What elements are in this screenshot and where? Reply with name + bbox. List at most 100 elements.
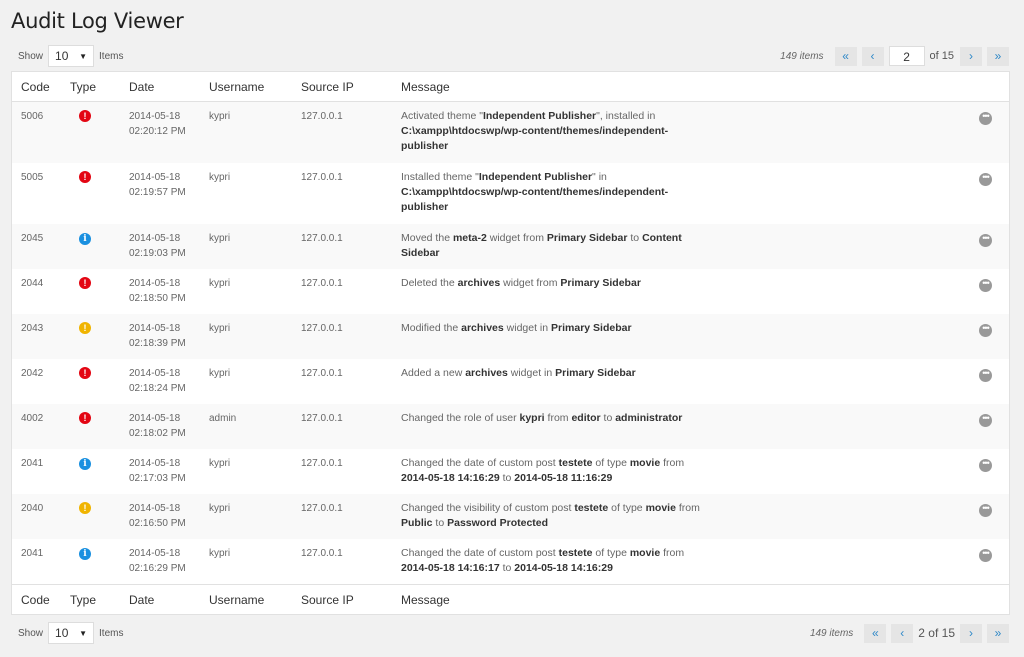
bottom-pagination-bar: Show 10 ▼ Items 149 items « ‹ 2 of 15 › … (11, 621, 1009, 645)
column-footer-message[interactable]: Message (401, 593, 979, 607)
event-source-ip: 127.0.0.1 (301, 278, 343, 289)
event-date-day: 2014-05-18 (129, 172, 181, 183)
table-body: 5006! 2014-05-18 02:20:12 PM kypri 127.0.0.1… (12, 102, 1009, 584)
row-actions: ••• (979, 109, 1009, 163)
event-username: kypri (209, 323, 231, 334)
caret-down-icon: ▼ (79, 52, 88, 61)
event-message: Modified the archives widget in Primary … (401, 322, 632, 334)
prev-page-button[interactable]: ‹ (861, 46, 884, 66)
table-row: 2043! 2014-05-18 02:18:39 PM kypri 127.0.0.1… (12, 314, 1009, 359)
more-options-icon[interactable]: ••• (979, 234, 992, 247)
event-source-ip: 127.0.0.1 (301, 233, 343, 244)
column-footer-code[interactable]: Code (12, 593, 70, 607)
event-message: Installed theme "Independent Publisher" … (401, 171, 669, 213)
table-footer: Code Type Date Username Source IP Messag… (12, 584, 1009, 614)
event-date-day: 2014-05-18 (129, 458, 181, 469)
more-options-icon[interactable]: ••• (979, 414, 992, 427)
event-date-day: 2014-05-18 (129, 111, 181, 122)
event-type: i (70, 546, 129, 584)
row-actions: ••• (979, 276, 1009, 314)
error-icon: ! (79, 277, 91, 289)
info-icon: i (79, 458, 91, 470)
table-row: 5006! 2014-05-18 02:20:12 PM kypri 127.0.0.1… (12, 102, 1009, 163)
event-username: kypri (209, 503, 231, 514)
more-options-icon[interactable]: ••• (979, 369, 992, 382)
per-page-select[interactable]: 10 ▼ (48, 622, 95, 644)
current-page-input[interactable] (888, 46, 925, 66)
error-icon: ! (79, 110, 91, 122)
table-row: 4002! 2014-05-18 02:18:02 PM admin 127.0.0.1… (12, 404, 1009, 449)
event-date-time: 02:20:12 PM (129, 126, 186, 137)
first-page-button[interactable]: « (834, 46, 857, 66)
last-page-button[interactable]: » (987, 623, 1009, 643)
event-type: i (70, 231, 129, 269)
top-pagination-bar: Show 10 ▼ Items 149 items « ‹ of 15 › » (11, 44, 1009, 68)
column-header-code[interactable]: Code (12, 80, 70, 94)
event-message: Deleted the archives widget from Primary… (401, 277, 641, 289)
event-date-day: 2014-05-18 (129, 368, 181, 379)
event-date: 2014-05-18 02:18:50 PM (129, 276, 209, 314)
event-message: Activated theme "Independent Publisher",… (401, 110, 669, 152)
more-options-icon[interactable]: ••• (979, 173, 992, 186)
column-footer-type[interactable]: Type (70, 593, 129, 607)
event-type: ! (70, 501, 129, 539)
column-header-source-ip[interactable]: Source IP (301, 80, 401, 94)
more-options-icon[interactable]: ••• (979, 324, 992, 337)
event-date-time: 02:17:03 PM (129, 473, 186, 484)
event-code: 2043 (21, 323, 44, 334)
event-code: 2041 (21, 458, 44, 469)
per-page-select[interactable]: 10 ▼ (48, 45, 95, 67)
column-footer-date[interactable]: Date (129, 593, 209, 607)
event-source-ip: 127.0.0.1 (301, 172, 343, 183)
event-type: ! (70, 321, 129, 359)
event-type: ! (70, 411, 129, 449)
total-pages: of 15 (929, 50, 954, 62)
info-icon: i (79, 548, 91, 560)
event-username: kypri (209, 111, 231, 122)
event-date-time: 02:16:50 PM (129, 518, 186, 529)
next-page-button[interactable]: › (960, 46, 982, 66)
more-options-icon[interactable]: ••• (979, 504, 992, 517)
more-options-icon[interactable]: ••• (979, 279, 992, 292)
table-row: 2041 i 2014-05-18 02:16:29 PM kypri 127.0.0.1… (12, 539, 1009, 584)
more-options-icon[interactable]: ••• (979, 112, 992, 125)
row-actions: ••• (979, 456, 1009, 494)
event-code: 5005 (21, 172, 44, 183)
event-date: 2014-05-18 02:19:57 PM (129, 170, 209, 224)
event-code: 2044 (21, 278, 44, 289)
warning-icon: ! (79, 322, 91, 334)
row-actions: ••• (979, 366, 1009, 404)
column-footer-username[interactable]: Username (209, 593, 301, 607)
prev-page-button[interactable]: ‹ (891, 623, 914, 643)
event-username: admin (209, 413, 237, 424)
event-date: 2014-05-18 02:17:03 PM (129, 456, 209, 494)
column-header-username[interactable]: Username (209, 80, 301, 94)
error-icon: ! (79, 412, 91, 424)
event-message: Changed the role of user kypri from edit… (401, 412, 683, 424)
event-type: i (70, 456, 129, 494)
first-page-button[interactable]: « (864, 623, 887, 643)
caret-down-icon: ▼ (79, 629, 88, 638)
last-page-button[interactable]: » (987, 46, 1009, 66)
event-date-day: 2014-05-18 (129, 548, 181, 559)
event-type: ! (70, 170, 129, 224)
event-username: kypri (209, 548, 231, 559)
event-date-day: 2014-05-18 (129, 278, 181, 289)
column-header-type[interactable]: Type (70, 80, 129, 94)
event-date-time: 02:16:29 PM (129, 563, 186, 574)
event-type: ! (70, 276, 129, 314)
next-page-button[interactable]: › (960, 623, 982, 643)
table-row: 2045 i 2014-05-18 02:19:03 PM kypri 127.0.0.1… (12, 224, 1009, 269)
column-header-date[interactable]: Date (129, 80, 209, 94)
event-message: Added a new archives widget in Primary S… (401, 367, 636, 379)
more-options-icon[interactable]: ••• (979, 459, 992, 472)
column-footer-source-ip[interactable]: Source IP (301, 593, 401, 607)
event-message: Changed the date of custom post testete … (401, 457, 685, 484)
more-options-icon[interactable]: ••• (979, 549, 992, 562)
event-source-ip: 127.0.0.1 (301, 368, 343, 379)
column-header-message[interactable]: Message (401, 80, 979, 94)
event-source-ip: 127.0.0.1 (301, 323, 343, 334)
show-label: Show (18, 627, 44, 639)
row-actions: ••• (979, 546, 1009, 584)
event-date: 2014-05-18 02:19:03 PM (129, 231, 209, 269)
